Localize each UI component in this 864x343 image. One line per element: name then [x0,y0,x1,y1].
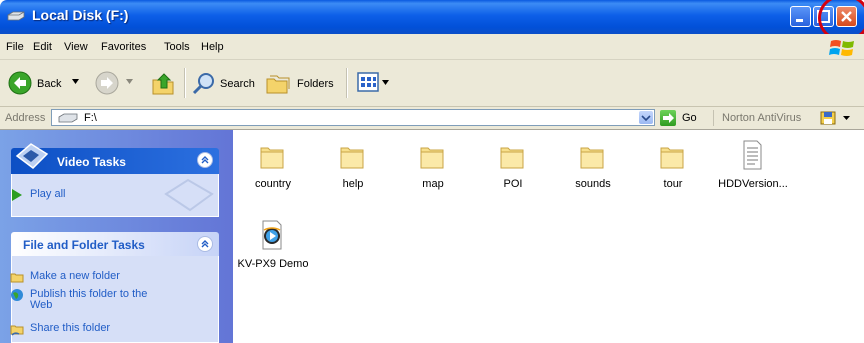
menu-edit[interactable]: Edit [33,41,52,53]
go-label[interactable]: Go [682,112,697,124]
forward-button[interactable] [95,70,137,96]
search-label: Search [220,78,255,90]
address-value: F:\ [84,112,97,124]
folder-icon [580,147,604,169]
chevron-down-icon [126,79,133,84]
address-input[interactable]: F:\ [51,109,655,126]
chevron-down-icon [641,115,651,122]
chevron-down-icon[interactable] [843,116,850,121]
file-name: HDDVersion... [718,178,788,190]
file-item-sounds[interactable]: sounds [553,138,633,208]
drive-icon [58,113,78,123]
chevron-down-icon [72,79,79,84]
task-pane: Video Tasks Play all File and Folder Tas… [0,130,233,343]
back-label: Back [37,78,62,90]
folder-icon [500,147,524,169]
file-name: country [254,178,292,190]
new-folder-icon [10,273,24,283]
file-item-help[interactable]: help [313,138,393,208]
menu-view[interactable]: View [64,41,88,53]
norton-disk-icon[interactable] [820,110,836,126]
video-tasks-body: Play all [11,174,219,217]
file-name: POI [503,178,523,190]
play-all-label: Play all [30,188,66,200]
publish-to-web-label: Publish this folder to the Web [30,288,148,311]
folder-icon [660,147,684,169]
file-item-kv-px9-demo[interactable]: KV-PX9 Demo [233,218,313,288]
share-folder-icon [10,325,24,336]
up-folder-icon [152,73,174,95]
file-name: KV-PX9 Demo [237,258,309,270]
file-name: tour [663,178,683,190]
views-icon [357,72,379,92]
toolbar: Back Search Folders [0,60,864,107]
toolbar-separator [346,68,348,98]
menu-tools[interactable]: Tools [164,41,190,53]
file-folder-tasks-body: Make a new folder Publish this folder to… [10,256,219,343]
folders-label: Folders [297,78,334,90]
go-arrow-icon [663,113,674,123]
menu-file[interactable]: File [6,41,24,53]
menu-favorites[interactable]: Favorites [101,41,146,53]
title-bar[interactable]: Local Disk (F:) [0,0,864,34]
file-name: map [422,178,444,190]
address-label: Address [5,112,46,124]
go-button[interactable] [660,110,676,126]
media-file-icon [262,220,282,250]
folder-icon [340,147,364,169]
forward-arrow-icon [95,71,119,95]
file-folder-tasks-header[interactable]: File and Folder Tasks [11,232,219,256]
menu-bar: File Edit View Favorites Tools Help [0,34,864,60]
file-name: sounds [575,178,611,190]
back-button[interactable]: Back [8,70,84,96]
search-button[interactable]: Search [191,70,259,96]
minimize-icon [796,19,803,22]
file-item-country[interactable]: country [233,138,313,208]
video-tasks-icon [15,143,49,169]
collapse-chevron-icon[interactable] [197,236,213,252]
chevron-down-icon [382,80,389,85]
share-folder-label: Share this folder [30,322,111,334]
toolbar-separator [184,68,186,98]
back-arrow-icon [8,71,32,95]
drive-icon [7,11,25,21]
address-separator [713,110,714,126]
folder-icon [420,147,444,169]
address-bar: Address F:\ Go Norton AntiVirus [0,107,864,130]
folders-button[interactable]: Folders [265,70,341,96]
search-icon [192,73,214,95]
folders-icon [266,75,290,94]
file-item-map[interactable]: map [393,138,473,208]
collapse-chevron-icon[interactable] [197,152,213,168]
file-folder-tasks-title: File and Folder Tasks [23,238,145,252]
play-icon [12,189,22,201]
file-name: help [342,178,364,190]
menu-help[interactable]: Help [201,41,224,53]
file-list: country help map POI sounds tour HDDVers… [233,130,864,343]
norton-antivirus-label[interactable]: Norton AntiVirus [722,112,801,124]
address-dropdown-button[interactable] [639,111,653,124]
file-item-poi[interactable]: POI [473,138,553,208]
windows-logo-icon [829,40,854,56]
file-item-tour[interactable]: tour [633,138,713,208]
video-tasks-title: Video Tasks [57,155,126,169]
video-tasks-header[interactable]: Video Tasks [11,143,219,174]
minimize-button[interactable] [790,6,811,27]
window-title: Local Disk (F:) [32,7,129,23]
text-file-icon [743,140,762,170]
folder-icon [260,147,284,169]
file-item-hddversion[interactable]: HDDVersion... [713,138,793,208]
make-new-folder-label: Make a new folder [30,270,120,282]
filmstrip-watermark-icon [164,178,214,212]
globe-icon [11,289,23,301]
views-button[interactable] [357,70,391,96]
up-folder-button[interactable] [150,70,176,96]
